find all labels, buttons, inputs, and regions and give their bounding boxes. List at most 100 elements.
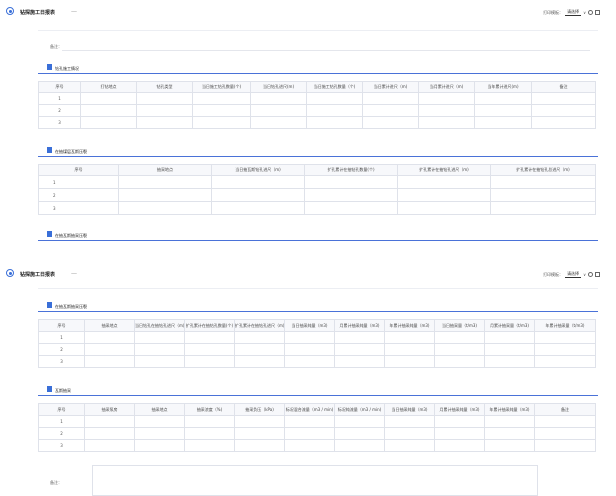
table-cell[interactable] bbox=[118, 201, 212, 215]
table-cell[interactable] bbox=[334, 355, 385, 368]
table-cell[interactable] bbox=[484, 331, 535, 344]
table-cell[interactable] bbox=[192, 116, 251, 129]
table-cell[interactable] bbox=[306, 104, 363, 117]
table-cell[interactable] bbox=[534, 343, 596, 356]
table-cell[interactable] bbox=[397, 175, 491, 189]
table-cell[interactable] bbox=[250, 92, 307, 105]
table-cell[interactable] bbox=[531, 92, 596, 105]
table-cell[interactable] bbox=[418, 104, 475, 117]
table-cell[interactable] bbox=[84, 439, 135, 452]
table-cell[interactable] bbox=[211, 188, 305, 202]
export-icon[interactable] bbox=[595, 272, 600, 277]
table-cell[interactable] bbox=[284, 355, 335, 368]
table-cell[interactable] bbox=[234, 355, 285, 368]
table-cell[interactable] bbox=[84, 331, 135, 344]
table-cell[interactable] bbox=[534, 331, 596, 344]
table-cell[interactable] bbox=[134, 331, 185, 344]
table-cell[interactable] bbox=[234, 427, 285, 440]
table-cell[interactable] bbox=[490, 175, 596, 189]
table-cell[interactable] bbox=[534, 427, 596, 440]
table-cell[interactable] bbox=[534, 415, 596, 428]
table-cell[interactable] bbox=[80, 104, 137, 117]
table-cell[interactable] bbox=[362, 92, 419, 105]
table-cell[interactable] bbox=[284, 427, 335, 440]
table-cell[interactable] bbox=[136, 116, 193, 129]
table-cell[interactable] bbox=[418, 116, 475, 129]
table-cell[interactable] bbox=[84, 427, 135, 440]
table-cell[interactable] bbox=[284, 415, 335, 428]
table-cell[interactable] bbox=[134, 343, 185, 356]
table-cell[interactable] bbox=[334, 415, 385, 428]
table-cell[interactable] bbox=[490, 201, 596, 215]
table-cell[interactable] bbox=[397, 201, 491, 215]
table-cell[interactable] bbox=[334, 343, 385, 356]
table-cell[interactable] bbox=[304, 201, 398, 215]
table-cell[interactable] bbox=[474, 104, 532, 117]
table-cell[interactable] bbox=[484, 415, 535, 428]
table-cell[interactable] bbox=[490, 188, 596, 202]
export-icon[interactable] bbox=[595, 10, 600, 15]
table-cell[interactable] bbox=[384, 415, 435, 428]
table-cell[interactable] bbox=[184, 415, 235, 428]
table-cell[interactable] bbox=[484, 343, 535, 356]
remark-textarea[interactable] bbox=[92, 465, 538, 496]
table-cell[interactable] bbox=[434, 439, 485, 452]
table-cell[interactable] bbox=[384, 343, 435, 356]
table-cell[interactable] bbox=[418, 92, 475, 105]
table-cell[interactable] bbox=[192, 92, 251, 105]
table-cell[interactable] bbox=[234, 439, 285, 452]
table-cell[interactable] bbox=[134, 415, 185, 428]
table-cell[interactable] bbox=[118, 188, 212, 202]
table-cell[interactable] bbox=[134, 355, 185, 368]
table-cell[interactable] bbox=[484, 427, 535, 440]
table-cell[interactable] bbox=[192, 104, 251, 117]
table-cell[interactable] bbox=[134, 439, 185, 452]
table-cell[interactable] bbox=[184, 439, 235, 452]
table-cell[interactable] bbox=[434, 331, 485, 344]
table-cell[interactable] bbox=[184, 427, 235, 440]
table-cell[interactable] bbox=[474, 92, 532, 105]
table-cell[interactable] bbox=[184, 355, 235, 368]
table-cell[interactable] bbox=[434, 343, 485, 356]
table-cell[interactable] bbox=[284, 439, 335, 452]
table-cell[interactable] bbox=[136, 104, 193, 117]
tab-close-button[interactable]: — bbox=[71, 270, 77, 277]
table-cell[interactable] bbox=[384, 331, 435, 344]
table-cell[interactable] bbox=[136, 92, 193, 105]
table-cell[interactable] bbox=[184, 343, 235, 356]
table-cell[interactable] bbox=[211, 175, 305, 189]
table-cell[interactable] bbox=[484, 355, 535, 368]
table-cell[interactable] bbox=[484, 439, 535, 452]
table-cell[interactable] bbox=[531, 104, 596, 117]
print-icon[interactable] bbox=[588, 10, 593, 15]
table-cell[interactable] bbox=[234, 415, 285, 428]
table-cell[interactable] bbox=[250, 116, 307, 129]
table-cell[interactable] bbox=[384, 427, 435, 440]
table-cell[interactable] bbox=[234, 343, 285, 356]
print-icon[interactable] bbox=[588, 272, 593, 277]
table-cell[interactable] bbox=[434, 355, 485, 368]
table-cell[interactable] bbox=[118, 175, 212, 189]
table-cell[interactable] bbox=[284, 343, 335, 356]
table-cell[interactable] bbox=[384, 439, 435, 452]
table-cell[interactable] bbox=[80, 116, 137, 129]
table-cell[interactable] bbox=[531, 116, 596, 129]
table-cell[interactable] bbox=[534, 439, 596, 452]
table-cell[interactable] bbox=[84, 355, 135, 368]
printer-template-select[interactable]: 请选择 bbox=[565, 271, 582, 278]
table-cell[interactable] bbox=[184, 331, 235, 344]
tab-close-button[interactable]: — bbox=[71, 8, 77, 15]
table-cell[interactable] bbox=[306, 116, 363, 129]
printer-template-select[interactable]: 请选择 bbox=[565, 9, 582, 16]
table-cell[interactable] bbox=[284, 331, 335, 344]
table-cell[interactable] bbox=[250, 104, 307, 117]
table-cell[interactable] bbox=[334, 439, 385, 452]
table-cell[interactable] bbox=[306, 92, 363, 105]
table-cell[interactable] bbox=[434, 415, 485, 428]
table-cell[interactable] bbox=[84, 343, 135, 356]
table-cell[interactable] bbox=[534, 355, 596, 368]
table-cell[interactable] bbox=[304, 188, 398, 202]
table-cell[interactable] bbox=[384, 355, 435, 368]
table-cell[interactable] bbox=[334, 427, 385, 440]
table-cell[interactable] bbox=[474, 116, 532, 129]
